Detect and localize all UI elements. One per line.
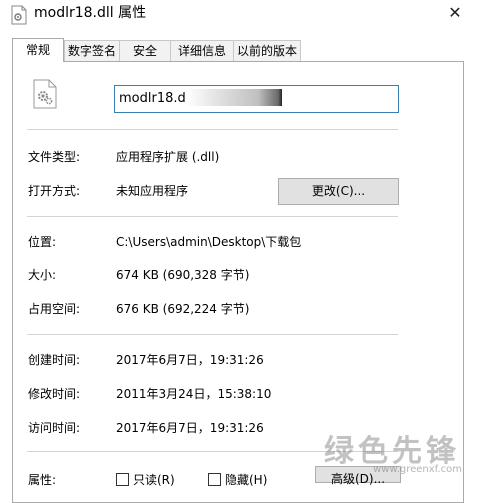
checkbox-box[interactable] [116, 473, 129, 486]
checkbox-box[interactable] [208, 473, 221, 486]
location-label: 位置: [28, 235, 57, 249]
redacted-name-region [186, 89, 282, 106]
dll-file-gear-icon [33, 79, 57, 109]
accessed-value: 2017年6月7日，19:31:26 [116, 421, 264, 435]
separator [27, 334, 398, 335]
file-type-value: 应用程序扩展 (.dll) [116, 150, 220, 164]
separator [27, 129, 398, 130]
size-label: 大小: [28, 268, 57, 282]
opens-with-label: 打开方式: [28, 184, 81, 198]
size-on-disk-label: 占用空间: [28, 302, 81, 316]
tab-details[interactable]: 详细信息 [170, 40, 234, 61]
dll-file-icon [11, 5, 27, 25]
created-label: 创建时间: [28, 353, 81, 367]
attributes-label: 属性: [28, 473, 57, 487]
site-watermark: 绿色先锋 www.greenxf.com [324, 420, 478, 483]
separator [27, 216, 398, 217]
size-value: 674 KB (690,328 字节) [116, 268, 250, 282]
hidden-label: 隐藏(H) [225, 473, 268, 487]
tab-previous-versions[interactable]: 以前的版本 [233, 40, 301, 61]
title-bar: modlr18.dll 属性 ✕ [0, 0, 481, 30]
modified-value: 2011年3月24日，15:38:10 [116, 387, 272, 401]
accessed-label: 访问时间: [28, 421, 81, 435]
file-type-label: 文件类型: [28, 150, 81, 164]
modified-label: 修改时间: [28, 387, 81, 401]
tab-digital-signatures[interactable]: 数字签名 [64, 40, 120, 61]
size-on-disk-value: 676 KB (692,224 字节) [116, 302, 250, 316]
tab-general[interactable]: 常规 [12, 38, 64, 62]
readonly-checkbox[interactable]: 只读(R) [116, 472, 175, 488]
hidden-checkbox[interactable]: 隐藏(H) [208, 472, 267, 488]
location-value: C:\Users\admin\Desktop\下载包 [116, 235, 302, 249]
close-button[interactable]: ✕ [443, 2, 467, 26]
readonly-label: 只读(R) [133, 473, 175, 487]
opens-with-value: 未知应用程序 [116, 184, 189, 198]
watermark-url: www.greenxf.com [373, 464, 462, 475]
window-title: modlr18.dll 属性 [34, 5, 147, 21]
close-icon: ✕ [448, 3, 462, 22]
tab-security[interactable]: 安全 [119, 40, 171, 61]
change-button[interactable]: 更改(C)... [278, 178, 399, 205]
created-value: 2017年6月7日，19:31:26 [116, 353, 264, 367]
